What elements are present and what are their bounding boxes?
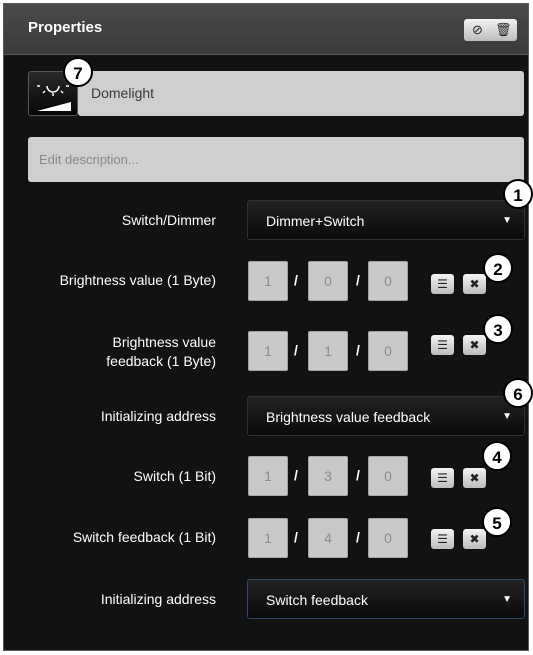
device-name-field[interactable]: Domelight (78, 71, 524, 116)
brightness-feedback-main-group[interactable]: 1 (248, 331, 288, 371)
init-address-2-value: Switch feedback (266, 592, 368, 608)
callout-4: 4 (482, 441, 512, 471)
brightness-feedback-sub-group[interactable]: 0 (368, 331, 408, 371)
init-address-1-label: Initializing address (100, 408, 216, 424)
properties-panel: Properties ⊘ 🗑 Domelight Edit descriptio… (3, 3, 529, 651)
address-separator: / (294, 342, 298, 358)
brightness-value-middle-group[interactable]: 0 (308, 261, 348, 301)
switch-dimmer-select[interactable]: Dimmer+Switch ▼ (247, 200, 525, 240)
brightness-feedback-label-line2: feedback (1 Byte) (106, 353, 216, 369)
header-button-group: ⊘ 🗑 (464, 19, 517, 41)
switch-dimmer-value: Dimmer+Switch (266, 213, 365, 229)
close-icon[interactable]: ✖ (463, 529, 486, 549)
switch-feedback-label: Switch feedback (1 Bit) (72, 529, 216, 545)
brightness-value-main-group[interactable]: 1 (248, 261, 288, 301)
list-icon[interactable]: ☰ (431, 274, 454, 294)
device-name: Domelight (91, 85, 155, 101)
check-circle-icon[interactable]: ⊘ (472, 21, 483, 39)
callout-6: 6 (503, 378, 533, 408)
switch-feedback-sub-group[interactable]: 0 (368, 518, 408, 558)
close-icon[interactable]: ✖ (463, 468, 486, 488)
address-separator: / (356, 467, 360, 483)
switch-label: Switch (1 Bit) (133, 468, 216, 484)
brightness-feedback-label: Brightness value feedback (1 Byte) (4, 333, 216, 371)
switch-feedback-main-group[interactable]: 1 (248, 518, 288, 558)
list-icon[interactable]: ☰ (431, 529, 454, 549)
panel-title: Properties (28, 19, 103, 36)
address-separator: / (356, 272, 360, 288)
brightness-value-sub-group[interactable]: 0 (368, 261, 408, 301)
close-icon[interactable]: ✖ (463, 335, 486, 355)
chevron-down-icon: ▼ (502, 215, 512, 226)
init-address-2-select[interactable]: Switch feedback ▼ (247, 579, 525, 619)
callout-3: 3 (483, 314, 513, 344)
chevron-down-icon: ▼ (502, 411, 512, 422)
switch-middle-group[interactable]: 3 (308, 456, 348, 496)
brightness-feedback-label-line1: Brightness value (112, 334, 216, 350)
panel-header: Properties ⊘ 🗑 (4, 4, 528, 55)
address-separator: / (294, 272, 298, 288)
switch-sub-group[interactable]: 0 (368, 456, 408, 496)
trash-icon[interactable]: 🗑 (495, 21, 512, 39)
description-field[interactable]: Edit description... (28, 137, 524, 182)
address-separator: / (356, 342, 360, 358)
init-address-1-value: Brightness value feedback (266, 409, 431, 425)
chevron-down-icon: ▼ (502, 594, 512, 605)
brightness-feedback-middle-group[interactable]: 1 (308, 331, 348, 371)
description-placeholder: Edit description... (39, 152, 139, 167)
callout-7: 7 (63, 57, 93, 87)
callout-1: 1 (503, 179, 533, 209)
list-icon[interactable]: ☰ (431, 335, 454, 355)
address-separator: / (294, 529, 298, 545)
brightness-value-label: Brightness value (1 Byte) (59, 272, 216, 288)
switch-dimmer-label: Switch/Dimmer (121, 212, 216, 228)
callout-5: 5 (482, 507, 512, 537)
close-icon[interactable]: ✖ (463, 274, 486, 294)
address-separator: / (356, 529, 360, 545)
init-address-1-select[interactable]: Brightness value feedback ▼ (247, 396, 525, 436)
address-separator: / (294, 467, 298, 483)
switch-feedback-middle-group[interactable]: 4 (308, 518, 348, 558)
list-icon[interactable]: ☰ (431, 468, 454, 488)
init-address-2-label: Initializing address (100, 591, 216, 607)
switch-main-group[interactable]: 1 (248, 456, 288, 496)
callout-2: 2 (483, 253, 513, 283)
